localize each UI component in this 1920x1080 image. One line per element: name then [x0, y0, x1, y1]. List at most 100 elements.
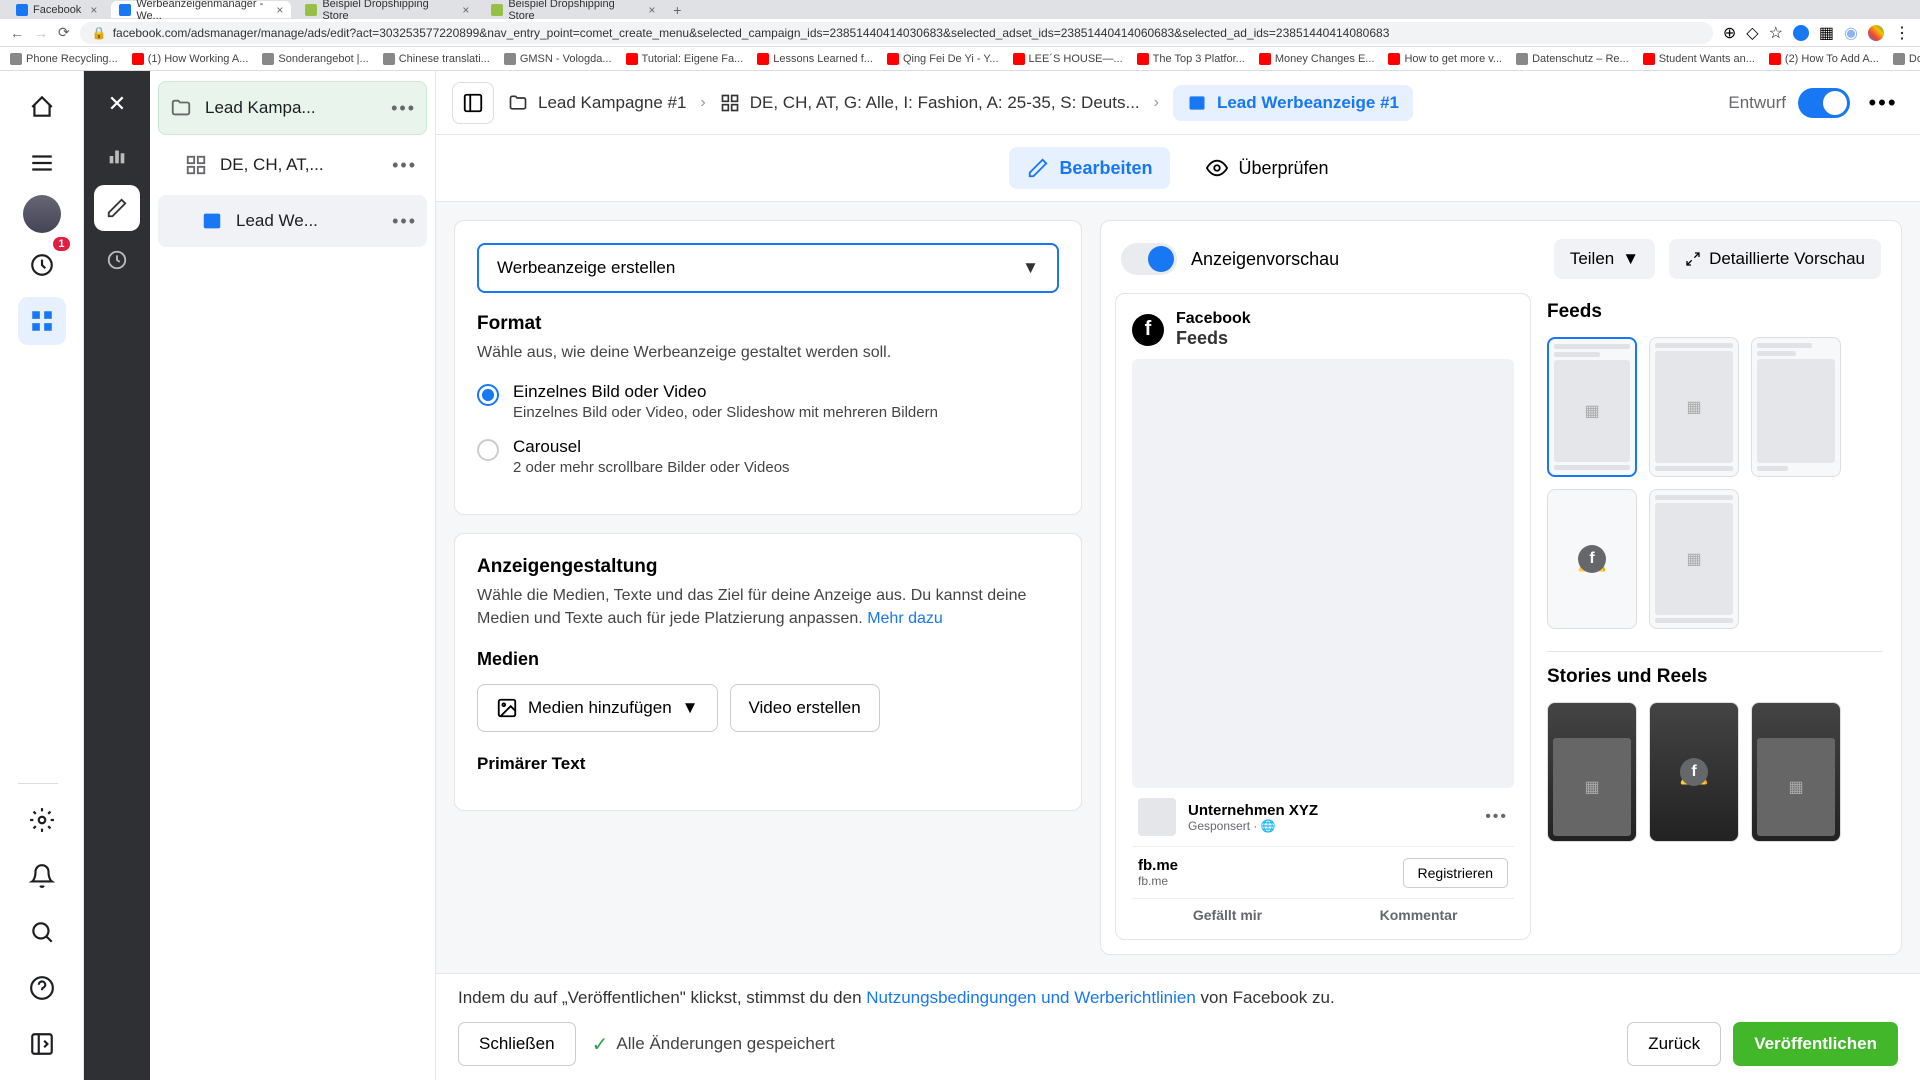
bookmark-item[interactable]: GMSN - Vologda...	[504, 53, 612, 65]
learn-more-link[interactable]: Mehr dazu	[867, 610, 943, 627]
bookmark-item[interactable]: How to get more v...	[1388, 53, 1502, 65]
format-title: Format	[477, 313, 1059, 335]
new-tab-button[interactable]: +	[669, 2, 685, 18]
bookmark-item[interactable]: (2) How To Add A...	[1769, 53, 1879, 65]
close-button[interactable]: Schließen	[458, 1022, 576, 1066]
url-input[interactable]: 🔒facebook.com/adsmanager/manage/ads/edit…	[80, 22, 1713, 44]
mock-company: Unternehmen XYZ	[1188, 802, 1473, 819]
close-icon[interactable]: ✕	[94, 81, 140, 127]
detailed-preview-button[interactable]: Detaillierte Vorschau	[1669, 239, 1881, 279]
gauge-icon[interactable]: 1	[18, 241, 66, 289]
bookmark-item[interactable]: Datenschutz – Re...	[1516, 53, 1629, 65]
add-media-button[interactable]: Medien hinzufügen ▼	[477, 684, 718, 732]
terms-link[interactable]: Nutzungsbedingungen und Werberichtlinien	[866, 988, 1196, 1007]
breadcrumb-campaign[interactable]: Lead Kampagne #1	[508, 93, 686, 113]
share-icon[interactable]: ◇	[1746, 23, 1758, 43]
grid-icon[interactable]	[18, 297, 66, 345]
gear-icon[interactable]	[18, 796, 66, 844]
back-icon[interactable]: ←	[10, 25, 24, 41]
profile-icon[interactable]	[1868, 25, 1884, 41]
bookmark-item[interactable]: Qing Fei De Yi - Y...	[887, 53, 999, 65]
placement-thumb[interactable]: ⚠️f	[1547, 489, 1637, 629]
more-icon[interactable]: •••	[392, 155, 417, 176]
share-button[interactable]: Teilen ▼	[1554, 239, 1655, 279]
close-icon[interactable]: ×	[462, 3, 469, 17]
bookmark-item[interactable]: Lessons Learned f...	[757, 53, 873, 65]
tab-adsmanager[interactable]: Werbeanzeigenmanager - We...×	[111, 1, 291, 18]
bell-icon[interactable]	[18, 852, 66, 900]
chart-icon[interactable]	[94, 133, 140, 179]
bookmark-item[interactable]: Student Wants an...	[1643, 53, 1755, 65]
bookmark-item[interactable]: The Top 3 Platfor...	[1137, 53, 1245, 65]
more-icon[interactable]: •••	[1485, 808, 1508, 826]
mock-cta-button[interactable]: Registrieren	[1403, 858, 1508, 888]
bookmark-item[interactable]: (1) How Working A...	[132, 53, 249, 65]
more-icon[interactable]: •••	[392, 211, 417, 232]
publish-button[interactable]: Veröffentlichen	[1733, 1022, 1898, 1066]
bookmarks-bar: Phone Recycling... (1) How Working A... …	[0, 47, 1920, 71]
breadcrumb-adset[interactable]: DE, CH, AT, G: Alle, I: Fashion, A: 25-3…	[720, 93, 1140, 113]
comment-button[interactable]: Kommentar	[1323, 907, 1514, 923]
star-icon[interactable]: ☆	[1769, 23, 1783, 43]
extension-icon[interactable]	[1793, 25, 1809, 41]
menu-icon[interactable]	[18, 139, 66, 187]
draft-toggle[interactable]	[1798, 88, 1850, 118]
placement-thumb[interactable]: ▦	[1649, 489, 1739, 629]
radio-label: Carousel	[513, 437, 790, 457]
tab-edit[interactable]: Bearbeiten	[1009, 147, 1170, 189]
tab-review[interactable]: Überprüfen	[1188, 147, 1346, 189]
collapse-icon[interactable]	[18, 1020, 66, 1068]
create-video-button[interactable]: Video erstellen	[730, 684, 880, 732]
like-button[interactable]: Gefällt mir	[1132, 907, 1323, 923]
search-icon[interactable]	[18, 908, 66, 956]
breadcrumb-ad[interactable]: Lead Werbeanzeige #1	[1173, 85, 1413, 121]
edit-icon[interactable]	[94, 185, 140, 231]
radio-button[interactable]	[477, 384, 499, 406]
radio-carousel[interactable]: Carousel 2 oder mehr scrollbare Bilder o…	[477, 437, 1059, 476]
design-desc: Wähle die Medien, Texte und das Ziel für…	[477, 584, 1059, 630]
placement-thumb[interactable]: ▦	[1751, 702, 1841, 842]
tab-facebook[interactable]: Facebook×	[8, 1, 105, 18]
home-icon[interactable]	[18, 83, 66, 131]
bookmark-item[interactable]: Money Changes E...	[1259, 53, 1375, 65]
tree-item-adset[interactable]: DE, CH, AT,... •••	[158, 139, 427, 191]
extension-icon[interactable]: ◉	[1844, 23, 1858, 43]
bookmark-item[interactable]: Download - Cooki...	[1893, 53, 1920, 65]
subtabs: Bearbeiten Überprüfen	[436, 135, 1920, 202]
back-button[interactable]: Zurück	[1627, 1022, 1721, 1066]
bookmark-item[interactable]: Chinese translati...	[383, 53, 490, 65]
tab-shop1[interactable]: Beispiel Dropshipping Store×	[297, 1, 477, 18]
preview-toggle[interactable]	[1121, 243, 1177, 275]
clock-icon[interactable]	[94, 237, 140, 283]
bookmark-item[interactable]: Tutorial: Eigene Fa...	[626, 53, 744, 65]
create-ad-select[interactable]: Werbeanzeige erstellen ▼	[477, 243, 1059, 293]
bookmark-item[interactable]: Phone Recycling...	[10, 53, 118, 65]
close-icon[interactable]: ×	[648, 3, 655, 17]
radio-button[interactable]	[477, 439, 499, 461]
search-icon[interactable]: ⊕	[1723, 23, 1736, 43]
tree-item-ad[interactable]: Lead We... •••	[158, 195, 427, 247]
avatar[interactable]	[23, 195, 61, 233]
forward-icon[interactable]: →	[34, 25, 48, 41]
mock-link-sub: fb.me	[1138, 874, 1178, 888]
form-column: Werbeanzeige erstellen ▼ Format Wähle au…	[454, 220, 1082, 955]
close-icon[interactable]: ×	[90, 3, 97, 17]
placement-thumb[interactable]: ▦	[1547, 337, 1637, 477]
more-icon[interactable]: •••	[391, 98, 416, 119]
placement-thumb[interactable]: ▦	[1547, 702, 1637, 842]
radio-single[interactable]: Einzelnes Bild oder Video Einzelnes Bild…	[477, 382, 1059, 421]
placement-thumb[interactable]: ⚠️f	[1649, 702, 1739, 842]
bookmark-item[interactable]: Sonderangebot |...	[262, 53, 368, 65]
more-icon[interactable]: •••	[1862, 82, 1904, 124]
close-icon[interactable]: ×	[276, 3, 283, 17]
tab-shop2[interactable]: Beispiel Dropshipping Store×	[483, 1, 663, 18]
reload-icon[interactable]: ⟳	[58, 24, 70, 41]
tree-item-campaign[interactable]: Lead Kampa... •••	[158, 81, 427, 135]
extension-icon[interactable]: ▦	[1819, 23, 1834, 43]
placement-thumb[interactable]	[1751, 337, 1841, 477]
bookmark-item[interactable]: LEE´S HOUSE—...	[1013, 53, 1123, 65]
help-icon[interactable]	[18, 964, 66, 1012]
sidebar-toggle-icon[interactable]	[452, 82, 494, 124]
placement-thumb[interactable]: ▦	[1649, 337, 1739, 477]
menu-icon[interactable]: ⋮	[1894, 23, 1910, 43]
